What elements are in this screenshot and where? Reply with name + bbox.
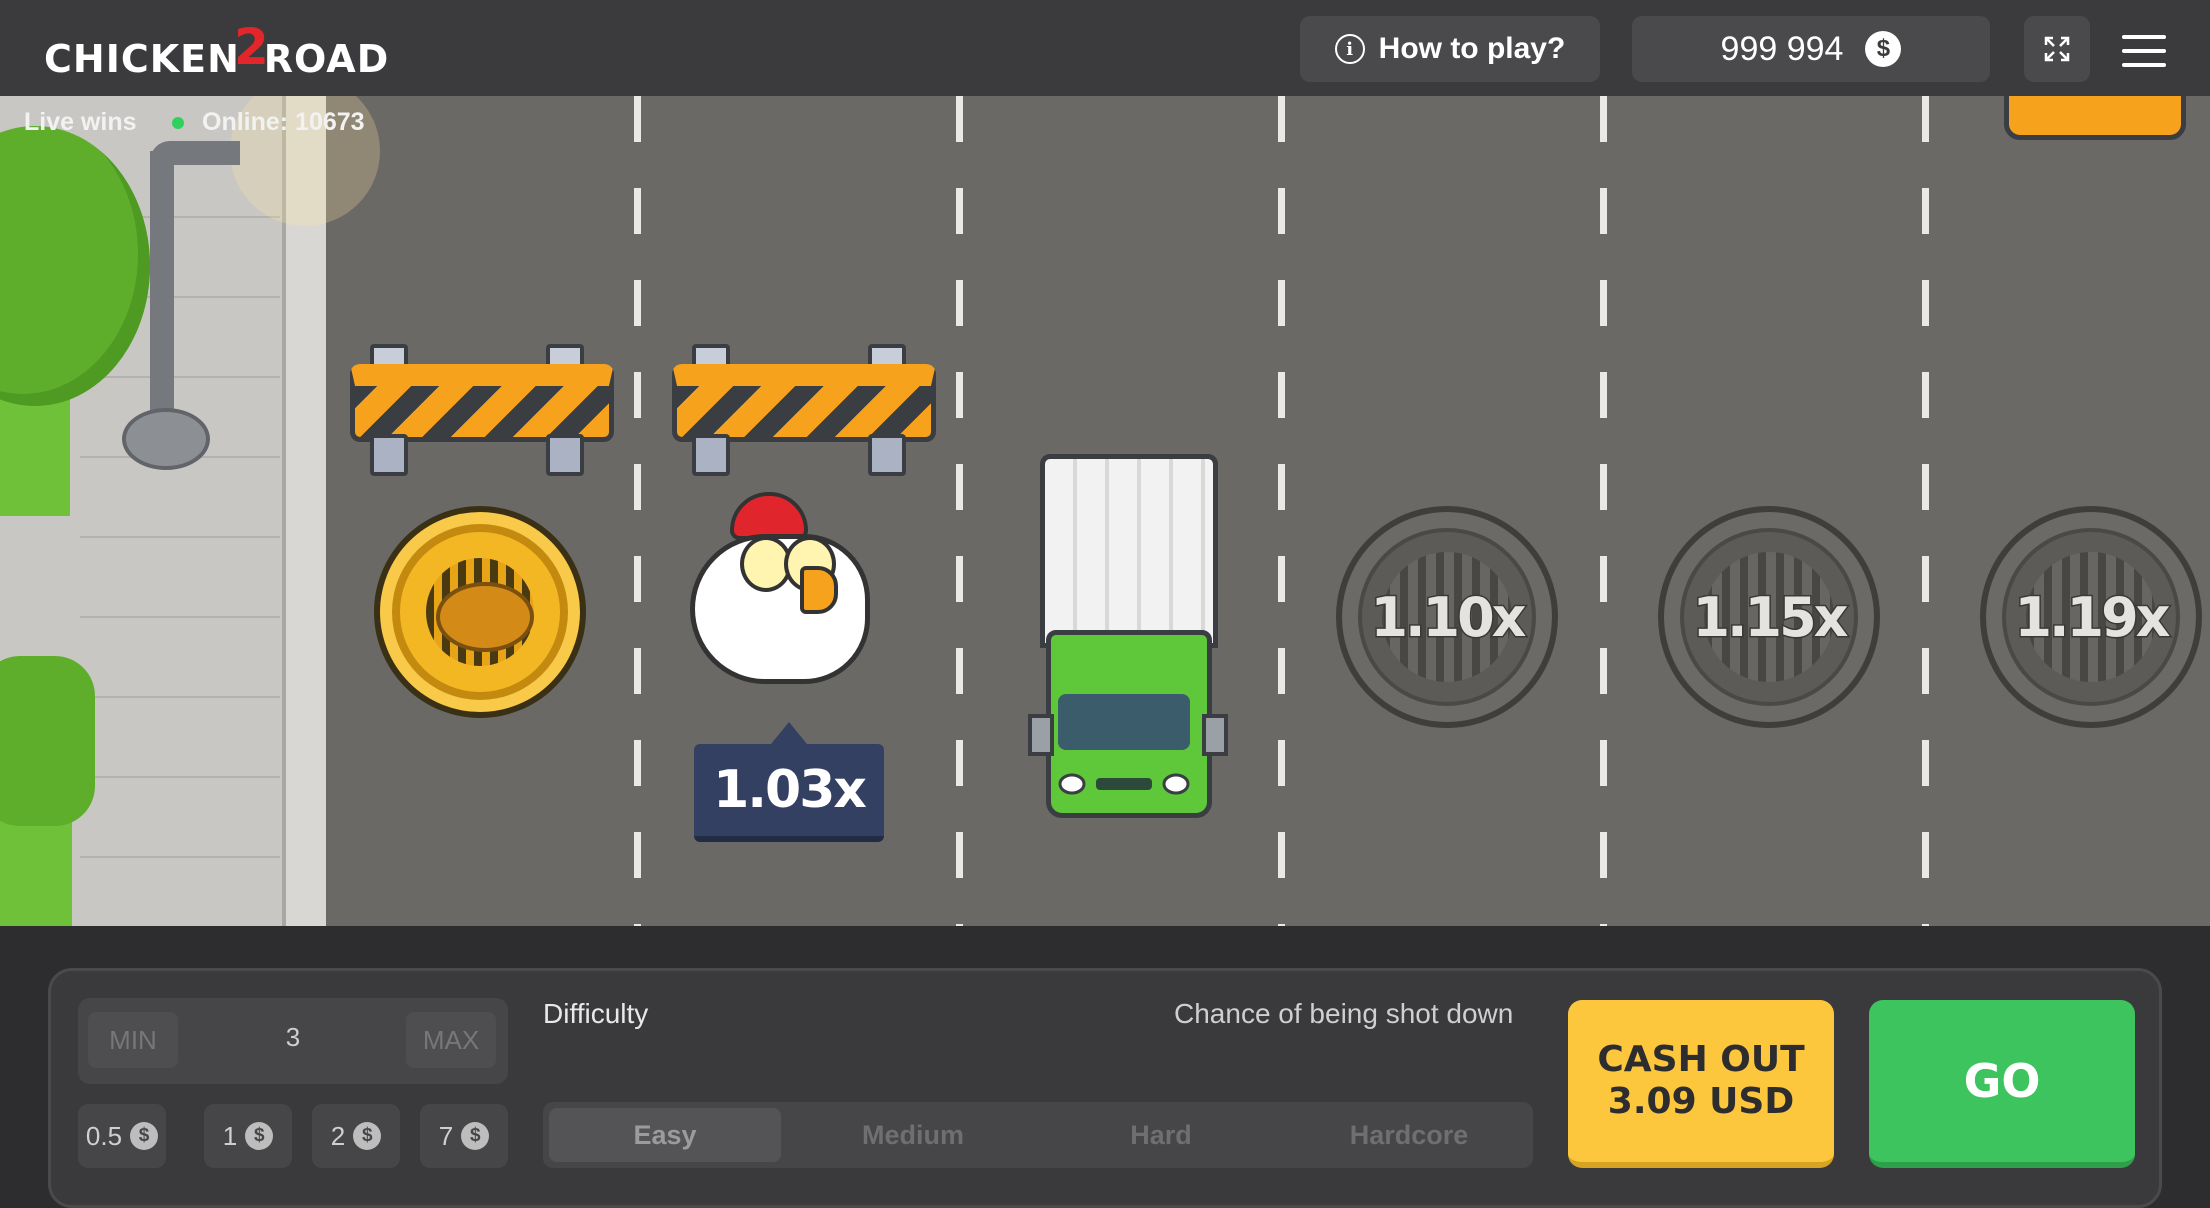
chance-label: Chance of being shot down (1174, 998, 1514, 1029)
chicken-character (680, 484, 890, 684)
bush (0, 656, 95, 826)
road-barrier (672, 344, 936, 476)
truck-icon (1028, 454, 1228, 818)
bet-max-button[interactable]: MAX (406, 1012, 496, 1068)
top-bar: CHICKEN2ROAD i How to play? 999 994 $ (0, 0, 2210, 96)
how-to-play-label: How to play? (1378, 32, 1566, 65)
tab-easy[interactable]: Easy (549, 1108, 781, 1162)
lane-divider (634, 96, 641, 926)
how-to-play-button[interactable]: i How to play? (1300, 16, 1600, 82)
difficulty-label: Difficulty (543, 998, 649, 1029)
road-barrier (350, 344, 614, 476)
street-lamp-base (122, 408, 210, 470)
bet-min-button[interactable]: MIN (88, 1012, 178, 1068)
fullscreen-button[interactable] (2024, 16, 2090, 82)
lane-divider (956, 96, 963, 926)
online-dot-icon (172, 116, 184, 129)
cash-out-button[interactable]: CASH OUT 3.09 USD (1568, 1000, 1834, 1168)
dollar-icon: $ (353, 1122, 382, 1150)
dollar-coin-icon: $ (1865, 31, 1902, 67)
roast-chicken-coin-icon (374, 506, 586, 718)
balance-display: 999 994 $ (1632, 16, 1990, 82)
current-multiplier-tag: 1.03x (694, 722, 884, 842)
game-scene: 1.03x 1.10x 1.15x 1.19x (0, 96, 2210, 926)
lane-multiplier-manhole[interactable]: 1.10x (1336, 506, 1558, 728)
bet-chip-button[interactable]: 0.5 $ (78, 1104, 166, 1168)
tab-medium[interactable]: Medium (797, 1108, 1029, 1162)
logo: CHICKEN2ROAD (44, 18, 390, 81)
expand-icon (2044, 36, 2070, 62)
lane-multiplier-manhole[interactable]: 1.15x (1658, 506, 1880, 728)
tab-hard[interactable]: Hard (1045, 1108, 1277, 1162)
lane-divider (1600, 96, 1607, 926)
street-lamp-pole (150, 151, 174, 451)
vehicle-icon (2004, 96, 2186, 140)
online-count: Online: 10673 (172, 108, 365, 137)
go-button[interactable]: GO (1869, 1000, 2135, 1168)
dollar-icon: $ (461, 1122, 490, 1150)
dollar-icon: $ (245, 1122, 274, 1150)
lane-multiplier-manhole[interactable]: 1.19x (1980, 506, 2202, 728)
lane-divider (1922, 96, 1929, 926)
difficulty-selector: Easy Medium Hard Hardcore (543, 1102, 1533, 1168)
dollar-icon: $ (130, 1122, 159, 1150)
tab-hardcore[interactable]: Hardcore (1293, 1108, 1525, 1162)
balance-value: 999 994 (1720, 29, 1844, 68)
bet-chip-button[interactable]: 2 $ (312, 1104, 400, 1168)
info-icon: i (1334, 34, 1365, 64)
bet-chip-button[interactable]: 1 $ (204, 1104, 292, 1168)
lane-divider (1278, 96, 1285, 926)
bet-amount-control: MIN 3 MAX (78, 998, 508, 1084)
live-wins-label[interactable]: Live wins (24, 108, 137, 137)
hamburger-menu-icon[interactable] (2122, 28, 2166, 68)
bet-chip-button[interactable]: 7 $ (420, 1104, 508, 1168)
bet-amount-input[interactable]: 3 (238, 1022, 348, 1053)
